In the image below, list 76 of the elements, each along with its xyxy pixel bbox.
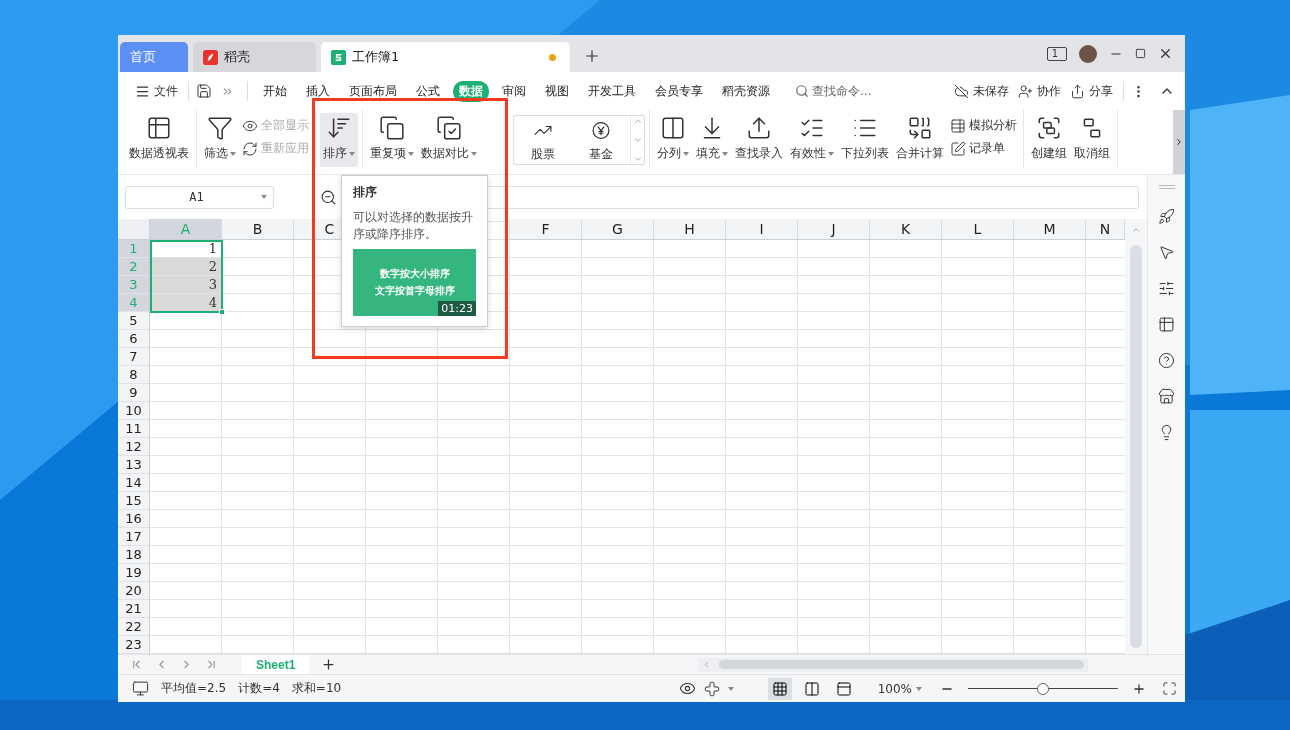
row-header[interactable]: 7 <box>118 348 150 366</box>
row-header[interactable]: 22 <box>118 618 150 636</box>
window-tab[interactable]: 稻壳 <box>193 42 316 72</box>
row-header[interactable]: 8 <box>118 366 150 384</box>
ribbon-tab[interactable]: 页面布局 <box>343 80 403 102</box>
ribbon-button[interactable]: 重复项 <box>367 113 417 167</box>
status-stat: 求和=10 <box>291 680 342 697</box>
video-thumbnail[interactable]: 数字按大小排序 文字按首字母排序 01:23 <box>353 249 476 316</box>
ribbon-button[interactable]: 记录单 <box>948 140 1019 157</box>
ribbon-button[interactable]: 取消组 <box>1071 113 1113 167</box>
row-header[interactable]: 5 <box>118 312 150 330</box>
row-header[interactable]: 9 <box>118 384 150 402</box>
ribbon-button[interactable]: 下拉列表 <box>838 113 892 167</box>
ribbon-tab[interactable]: 开始 <box>257 80 293 102</box>
ribbon-button[interactable]: 数据对比 <box>418 113 480 167</box>
search-field[interactable]: 查找命令... <box>795 82 872 100</box>
column-header[interactable]: K <box>870 219 942 240</box>
ribbon-tab[interactable]: 会员专享 <box>649 80 709 102</box>
status-stat: 平均值=2.5 <box>161 680 227 697</box>
window-count[interactable]: 1 <box>1046 46 1067 61</box>
thumbnail-text: 数字按大小排序 <box>379 267 450 281</box>
column-header[interactable]: L <box>942 219 1014 240</box>
row-header[interactable]: 11 <box>118 420 150 438</box>
ribbon-button[interactable]: 查找录入 <box>732 113 786 167</box>
row-header[interactable]: 17 <box>118 528 150 546</box>
window-tab[interactable]: 工作簿1 <box>321 42 570 72</box>
ribbon-button[interactable]: 筛选 <box>201 113 239 167</box>
toolbar-action[interactable]: 未保存 <box>951 79 1012 103</box>
ribbon-tab[interactable]: 视图 <box>539 80 575 102</box>
thumbnail-text: 文字按首字母排序 <box>374 284 455 298</box>
ribbon-button[interactable]: 合并计算 <box>893 113 947 167</box>
ribbon-tab[interactable]: 开发工具 <box>582 80 642 102</box>
name-box[interactable]: A1 <box>125 185 274 209</box>
table-cell: 3 <box>150 276 221 293</box>
ribbon-tab[interactable]: 插入 <box>300 80 336 102</box>
file-menu[interactable]: 文件 <box>132 79 181 103</box>
toolbar-action[interactable]: 协作 <box>1015 79 1064 103</box>
ribbon-button[interactable]: 排序 <box>320 113 358 167</box>
ribbon-button[interactable]: 分列 <box>654 113 692 167</box>
row-header[interactable]: 14 <box>118 474 150 492</box>
gallery-item[interactable]: 基金 <box>572 116 630 164</box>
ribbon-button[interactable]: 有效性 <box>787 113 837 167</box>
column-header[interactable]: H <box>654 219 726 240</box>
row-header[interactable]: 12 <box>118 438 150 456</box>
row-header[interactable]: 13 <box>118 456 150 474</box>
row-header[interactable]: 6 <box>118 330 150 348</box>
row-header[interactable]: 23 <box>118 636 150 654</box>
column-header[interactable]: G <box>582 219 654 240</box>
row-header[interactable]: 21 <box>118 600 150 618</box>
ribbon-button[interactable]: 填充 <box>693 113 731 167</box>
row-header[interactable]: 20 <box>118 582 150 600</box>
gallery-item[interactable]: 股票 <box>514 116 572 164</box>
row-header[interactable]: 18 <box>118 546 150 564</box>
tooltip-title: 排序 <box>353 184 378 201</box>
row-header[interactable]: 19 <box>118 564 150 582</box>
row-header[interactable]: 10 <box>118 402 150 420</box>
row-header[interactable]: 16 <box>118 510 150 528</box>
column-header[interactable]: B <box>222 219 294 240</box>
column-header[interactable]: M <box>1014 219 1086 240</box>
table-cell: 2 <box>150 258 221 275</box>
zoom-level[interactable]: 100% <box>877 681 922 696</box>
status-stat: 计数=4 <box>238 680 280 697</box>
ribbon-tab[interactable]: 公式 <box>410 80 446 102</box>
column-header[interactable]: N <box>1086 219 1125 240</box>
column-header[interactable]: I <box>726 219 798 240</box>
ribbon-tab[interactable]: 审阅 <box>496 80 532 102</box>
toolbar-action[interactable]: 分享 <box>1067 79 1116 103</box>
ribbon-button[interactable]: 模拟分析 <box>948 117 1019 134</box>
ribbon-tab[interactable]: 稻壳资源 <box>716 80 776 102</box>
ribbon-button[interactable]: 数据透视表 <box>126 113 192 167</box>
video-duration: 01:23 <box>438 301 476 316</box>
table-cell: 4 <box>150 294 221 311</box>
column-header[interactable]: F <box>510 219 582 240</box>
row-header[interactable]: 15 <box>118 492 150 510</box>
column-header[interactable]: J <box>798 219 870 240</box>
ribbon-button[interactable]: 创建组 <box>1028 113 1070 167</box>
